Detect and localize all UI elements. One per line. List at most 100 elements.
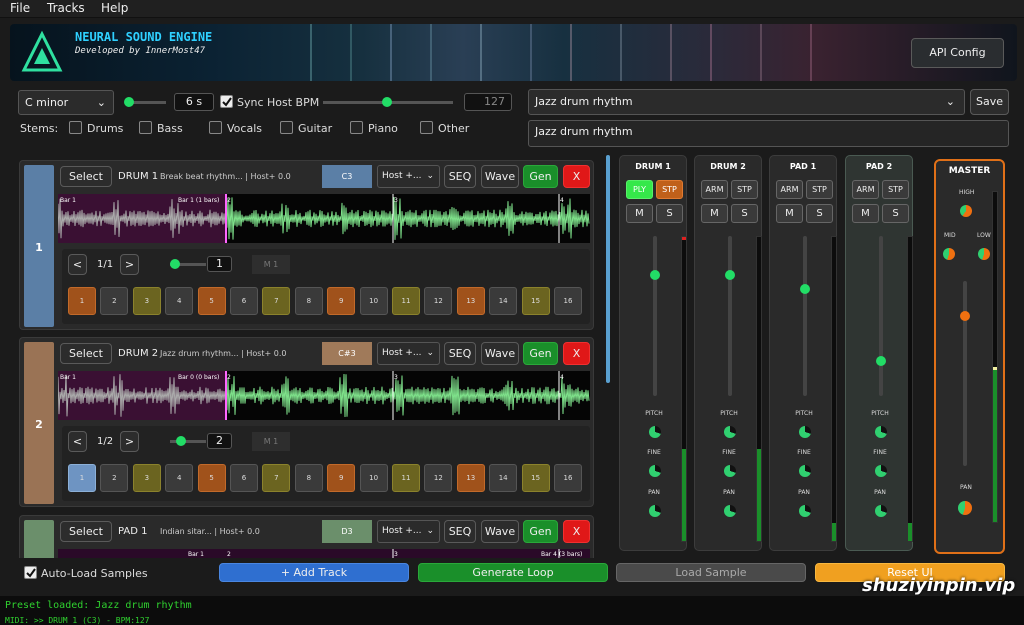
seq-button[interactable]: SEQ bbox=[444, 342, 476, 365]
step-pad[interactable]: 8 bbox=[294, 464, 323, 492]
bpm-slider-handle[interactable] bbox=[382, 97, 392, 107]
step-pad[interactable]: 2 bbox=[100, 287, 129, 315]
bpm-input[interactable]: 127 bbox=[464, 93, 512, 111]
arm-button[interactable]: ARM bbox=[776, 180, 803, 199]
generate-loop-button[interactable]: Generate Loop bbox=[418, 563, 608, 582]
step-pad[interactable]: 9 bbox=[327, 464, 356, 492]
step-pad[interactable]: 4 bbox=[165, 287, 194, 315]
stop-button[interactable]: STP bbox=[731, 180, 758, 199]
channel-pan-knob[interactable] bbox=[875, 505, 887, 517]
step-pad[interactable]: 15 bbox=[521, 464, 550, 492]
preset-select[interactable]: Jazz drum rhythm ⌄ bbox=[528, 89, 965, 115]
channel-fader-track[interactable] bbox=[728, 236, 732, 396]
host-mode-select[interactable]: Host +... ⌄ bbox=[377, 520, 440, 543]
next-page-button[interactable]: > bbox=[120, 254, 139, 275]
step-pad[interactable]: 10 bbox=[359, 464, 388, 492]
step-value[interactable]: 1 bbox=[207, 256, 232, 272]
delete-button[interactable]: X bbox=[563, 520, 590, 543]
next-page-button[interactable]: > bbox=[120, 431, 139, 452]
step-pad[interactable]: 7 bbox=[262, 287, 291, 315]
sync-bpm-checkbox[interactable] bbox=[220, 95, 233, 108]
add-track-button[interactable]: + Add Track bbox=[219, 563, 409, 582]
menu-tracks[interactable]: Tracks bbox=[47, 1, 85, 15]
waveform-display[interactable]: Bar 1 2 3 Bar 4 (3 bars) bbox=[58, 549, 590, 558]
waveform-display[interactable]: Bar 1 Bar 0 (0 bars) 2 3 4 bbox=[58, 371, 590, 420]
channel-fader-track[interactable] bbox=[879, 236, 883, 396]
select-button[interactable]: Select bbox=[60, 166, 112, 187]
mute-button[interactable]: M bbox=[701, 204, 728, 223]
step-pad[interactable]: 16 bbox=[554, 464, 582, 492]
step-pad[interactable]: 14 bbox=[489, 464, 518, 492]
channel-pitch-knob[interactable] bbox=[649, 426, 661, 438]
step-pad[interactable]: 13 bbox=[456, 464, 485, 492]
track-color-strip[interactable] bbox=[24, 520, 54, 558]
channel-pitch-knob[interactable] bbox=[875, 426, 887, 438]
stop-button[interactable]: STP bbox=[882, 180, 909, 199]
prev-page-button[interactable]: < bbox=[68, 254, 87, 275]
select-button[interactable]: Select bbox=[60, 521, 112, 542]
step-pad[interactable]: 8 bbox=[294, 287, 323, 315]
channel-fader-track[interactable] bbox=[653, 236, 657, 396]
step-pad[interactable]: 16 bbox=[554, 287, 582, 315]
delete-button[interactable]: X bbox=[563, 165, 590, 188]
channel-pitch-knob[interactable] bbox=[724, 426, 736, 438]
step-pad[interactable]: 6 bbox=[230, 287, 258, 315]
step-slider-handle[interactable] bbox=[170, 259, 180, 269]
channel-pitch-knob[interactable] bbox=[799, 426, 811, 438]
solo-button[interactable]: S bbox=[731, 204, 758, 223]
eq-high-knob[interactable] bbox=[960, 205, 972, 217]
arm-button[interactable]: ARM bbox=[852, 180, 879, 199]
length-slider-handle[interactable] bbox=[124, 97, 134, 107]
step-pad[interactable]: 1 bbox=[68, 287, 96, 315]
step-pad[interactable]: 14 bbox=[489, 287, 518, 315]
solo-button[interactable]: S bbox=[656, 204, 683, 223]
eq-mid-knob[interactable] bbox=[943, 248, 955, 260]
mute-button[interactable]: M bbox=[852, 204, 879, 223]
channel-fader-handle[interactable] bbox=[650, 270, 660, 280]
channel-fine-knob[interactable] bbox=[875, 465, 887, 477]
autoload-checkbox[interactable] bbox=[24, 566, 37, 579]
step-value[interactable]: 2 bbox=[207, 433, 232, 449]
step-pad[interactable]: 2 bbox=[100, 464, 129, 492]
prev-page-button[interactable]: < bbox=[68, 431, 87, 452]
track-list-scrollbar[interactable] bbox=[606, 155, 610, 383]
channel-pan-knob[interactable] bbox=[649, 505, 661, 517]
menu-file[interactable]: File bbox=[10, 1, 30, 15]
master-pan-knob[interactable] bbox=[958, 501, 972, 515]
waveform-display[interactable]: Bar 1 Bar 1 (1 bars) 2 3 4 bbox=[58, 194, 590, 243]
stop-button[interactable]: STP bbox=[806, 180, 833, 199]
channel-fader-handle[interactable] bbox=[800, 284, 810, 294]
master-fader-handle[interactable] bbox=[960, 311, 970, 321]
wave-button[interactable]: Wave bbox=[481, 520, 519, 543]
mute-indicator[interactable]: M 1 bbox=[252, 432, 290, 451]
gen-button[interactable]: Gen bbox=[523, 165, 558, 188]
gen-button[interactable]: Gen bbox=[523, 520, 558, 543]
step-pad[interactable]: 4 bbox=[165, 464, 194, 492]
channel-fine-knob[interactable] bbox=[649, 465, 661, 477]
channel-fader-handle[interactable] bbox=[876, 356, 886, 366]
step-pad[interactable]: 5 bbox=[197, 287, 226, 315]
step-pad[interactable]: 3 bbox=[132, 464, 161, 492]
key-select[interactable]: C minor ⌄ bbox=[18, 90, 114, 115]
load-sample-button[interactable]: Load Sample bbox=[616, 563, 806, 582]
mute-button[interactable]: M bbox=[776, 204, 803, 223]
wave-button[interactable]: Wave bbox=[481, 165, 519, 188]
step-pad[interactable]: 9 bbox=[327, 287, 356, 315]
stop-button[interactable]: STP bbox=[656, 180, 683, 199]
step-pad[interactable]: 3 bbox=[132, 287, 161, 315]
save-button[interactable]: Save bbox=[970, 89, 1009, 115]
step-pad[interactable]: 1 bbox=[68, 464, 96, 492]
step-pad[interactable]: 5 bbox=[197, 464, 226, 492]
step-pad[interactable]: 11 bbox=[392, 464, 420, 492]
delete-button[interactable]: X bbox=[563, 342, 590, 365]
channel-fine-knob[interactable] bbox=[724, 465, 736, 477]
step-pad[interactable]: 13 bbox=[456, 287, 485, 315]
channel-pan-knob[interactable] bbox=[724, 505, 736, 517]
host-mode-select[interactable]: Host +... ⌄ bbox=[377, 165, 440, 188]
channel-fine-knob[interactable] bbox=[799, 465, 811, 477]
arm-button[interactable]: ARM bbox=[701, 180, 728, 199]
play-button[interactable]: PLY bbox=[626, 180, 653, 199]
step-pad[interactable]: 15 bbox=[521, 287, 550, 315]
channel-fader-track[interactable] bbox=[803, 236, 807, 396]
seq-button[interactable]: SEQ bbox=[444, 520, 476, 543]
